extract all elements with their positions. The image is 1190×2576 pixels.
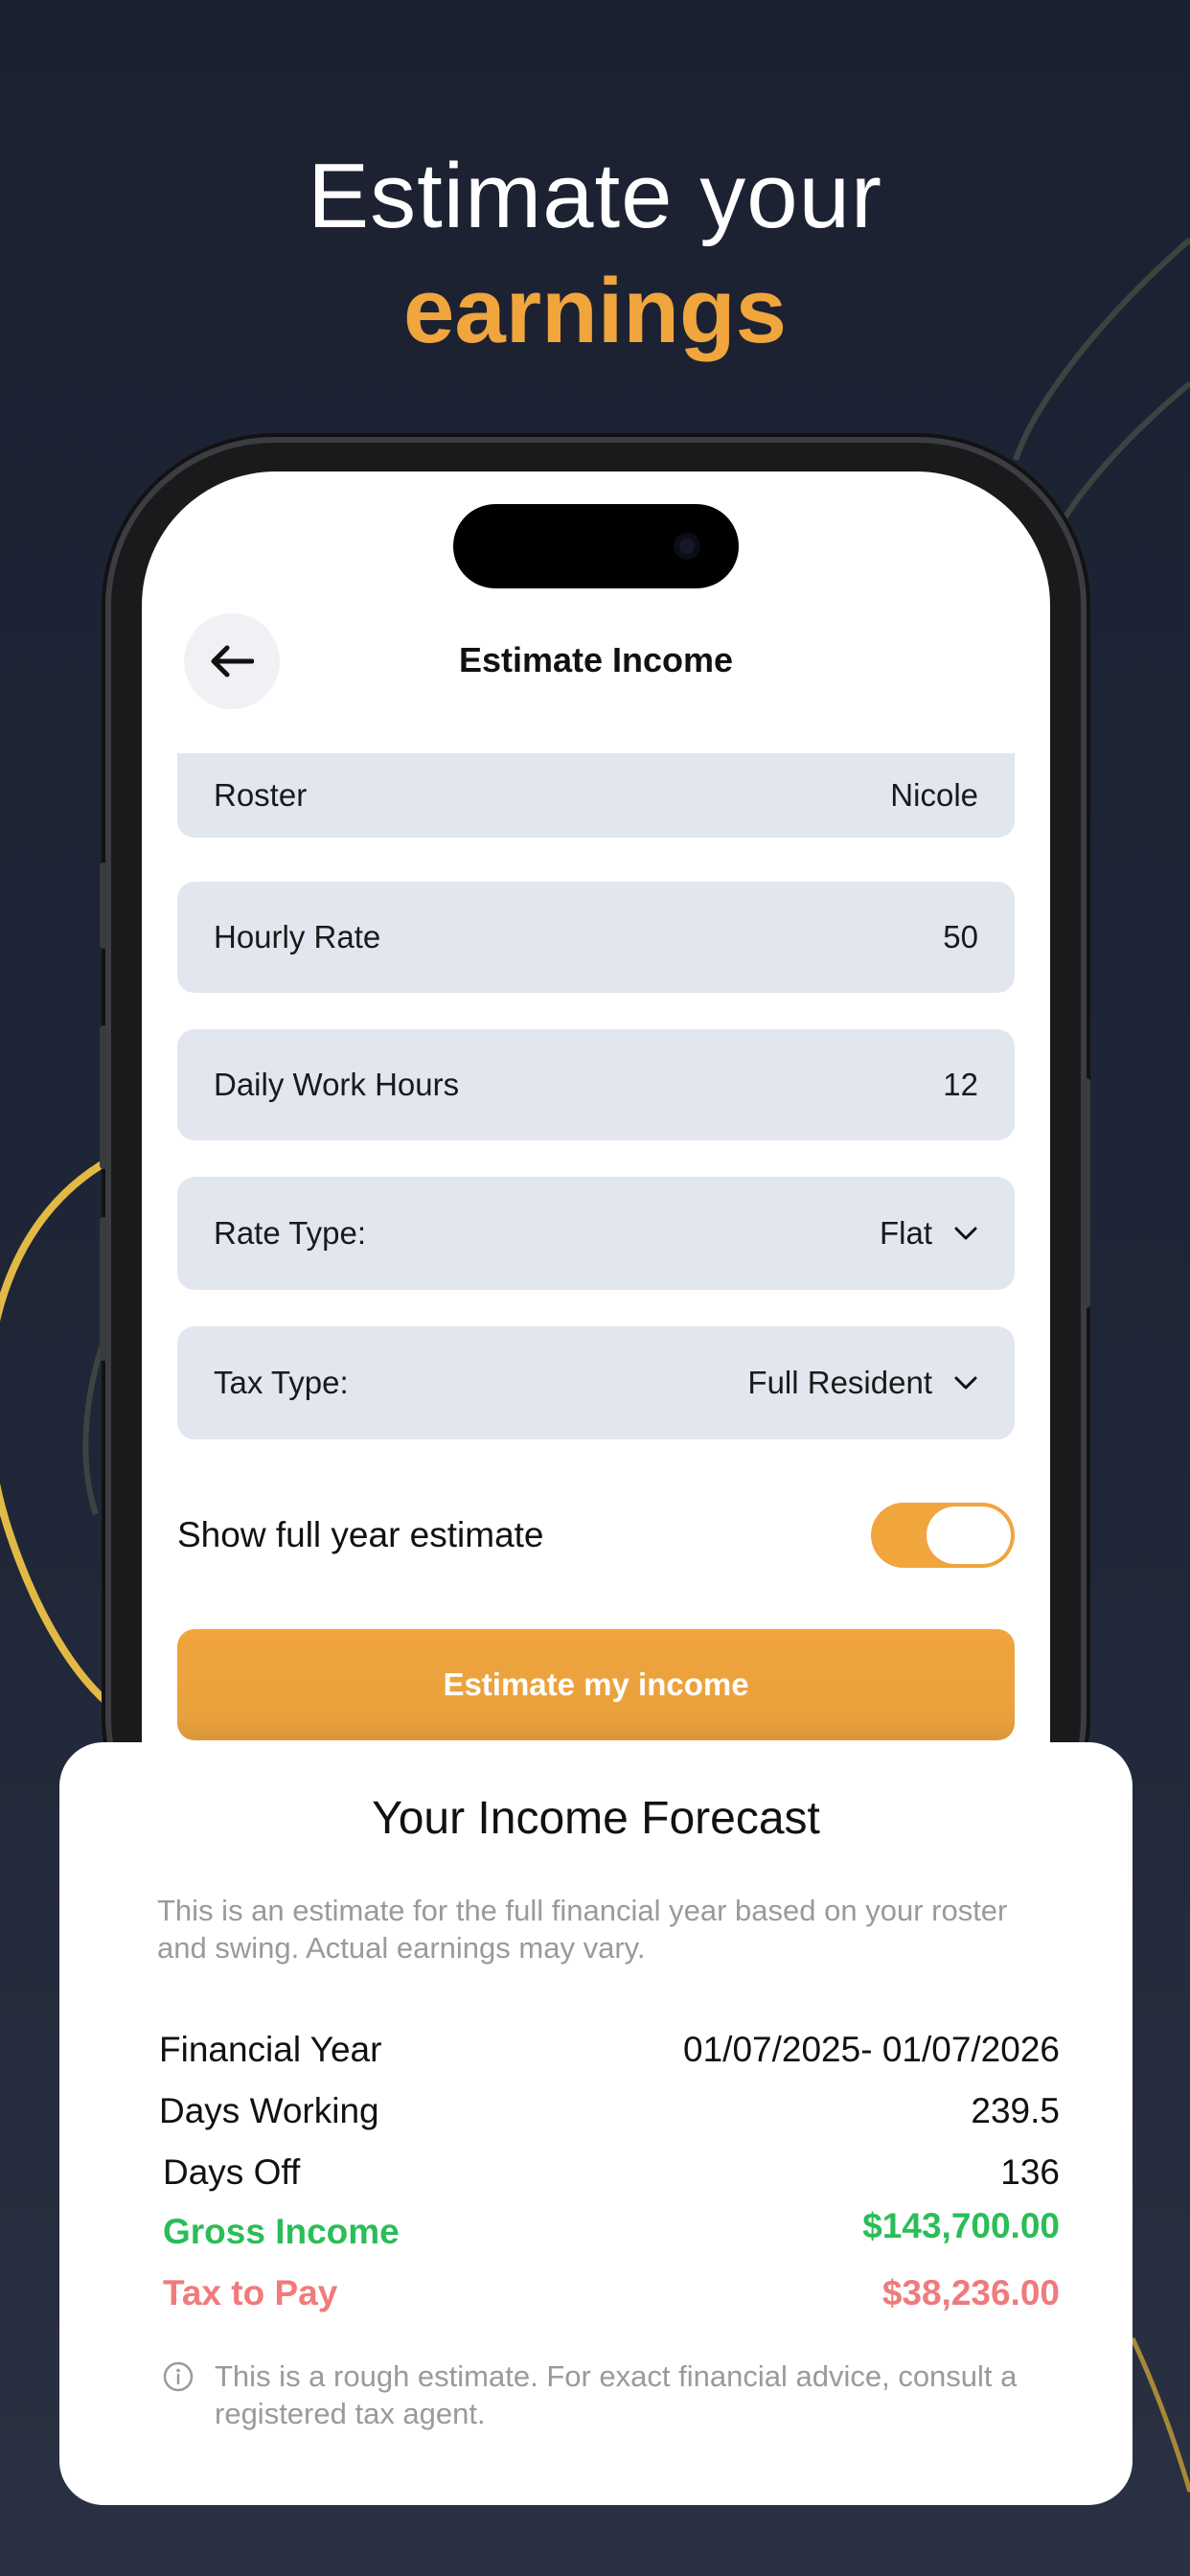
forecast-title: Your Income Forecast [372,1793,820,1844]
phone-power-button [1083,1078,1090,1308]
phone-action-button [100,862,107,949]
disclaimer-text: This is a rough estimate. For exact fina… [215,2359,1018,2430]
income-forecast-card: Your Income Forecast This is an estimate… [59,1742,1133,2505]
gross-income-value: $143,700.00 [862,2206,1060,2245]
hourly-rate-value: 50 [943,919,978,954]
chevron-down-icon [954,1376,977,1390]
toggle-knob [927,1506,1011,1564]
daily-hours-value: 12 [943,1067,978,1102]
roster-value: Nicole [890,777,978,813]
roster-field[interactable]: Roster Nicole [177,753,1015,838]
forecast-description: This is an estimate for the full financi… [157,1894,1008,1965]
roster-label: Roster [214,777,308,813]
tax-type-label: Tax Type: [214,1365,349,1400]
disclaimer-note: This is a rough estimate. For exact fina… [163,2358,1064,2432]
chevron-down-icon [954,1227,977,1240]
rate-type-value: Flat [879,1215,932,1251]
phone-volume-up [100,1025,107,1169]
tax-to-pay-value: $38,236.00 [881,2273,1060,2312]
tax-type-value: Full Resident [747,1365,932,1400]
phone-volume-down [100,1217,107,1361]
full-year-label: Show full year estimate [177,1515,544,1554]
tax-type-select[interactable]: Tax Type: Full Resident [177,1326,1015,1439]
headline-line2: earnings [402,260,788,362]
hourly-rate-field[interactable]: Hourly Rate 50 [177,882,1015,993]
dynamic-island [453,504,739,588]
phone-screen: Estimate Income Roster Nicole Hourly Rat… [142,472,1050,1880]
rate-type-label: Rate Type: [214,1215,366,1251]
full-year-toggle-row: Show full year estimate [177,1502,1015,1569]
days-working-label: Days Working [159,2091,379,2130]
rate-type-select[interactable]: Rate Type: Flat [177,1177,1015,1290]
info-icon [163,2361,194,2392]
estimate-income-button[interactable]: Estimate my income [177,1629,1015,1740]
tax-to-pay-label: Tax to Pay [163,2273,338,2312]
camera-icon [674,533,700,560]
financial-year-row: Financial Year 01/07/2025- 01/07/2026 [159,2030,1060,2070]
daily-hours-label: Daily Work Hours [214,1067,460,1102]
days-working-value: 239.5 [971,2091,1060,2130]
days-off-label: Days Off [163,2152,301,2192]
days-off-row: Days Off 136 [163,2152,1060,2193]
hourly-rate-label: Hourly Rate [214,919,381,954]
days-off-value: 136 [1000,2152,1060,2192]
days-working-row: Days Working 239.5 [159,2091,1060,2131]
gross-income-label: Gross Income [163,2212,400,2251]
gross-income-row: Gross Income $143,700.00 [163,2206,1060,2252]
full-year-toggle[interactable] [871,1503,1015,1568]
tax-to-pay-row: Tax to Pay $38,236.00 [163,2273,1060,2313]
headline-line1: Estimate your [308,145,882,247]
daily-hours-field[interactable]: Daily Work Hours 12 [177,1029,1015,1140]
financial-year-value: 01/07/2025- 01/07/2026 [683,2030,1060,2069]
screen-title: Estimate Income [458,640,734,679]
financial-year-label: Financial Year [159,2030,382,2069]
